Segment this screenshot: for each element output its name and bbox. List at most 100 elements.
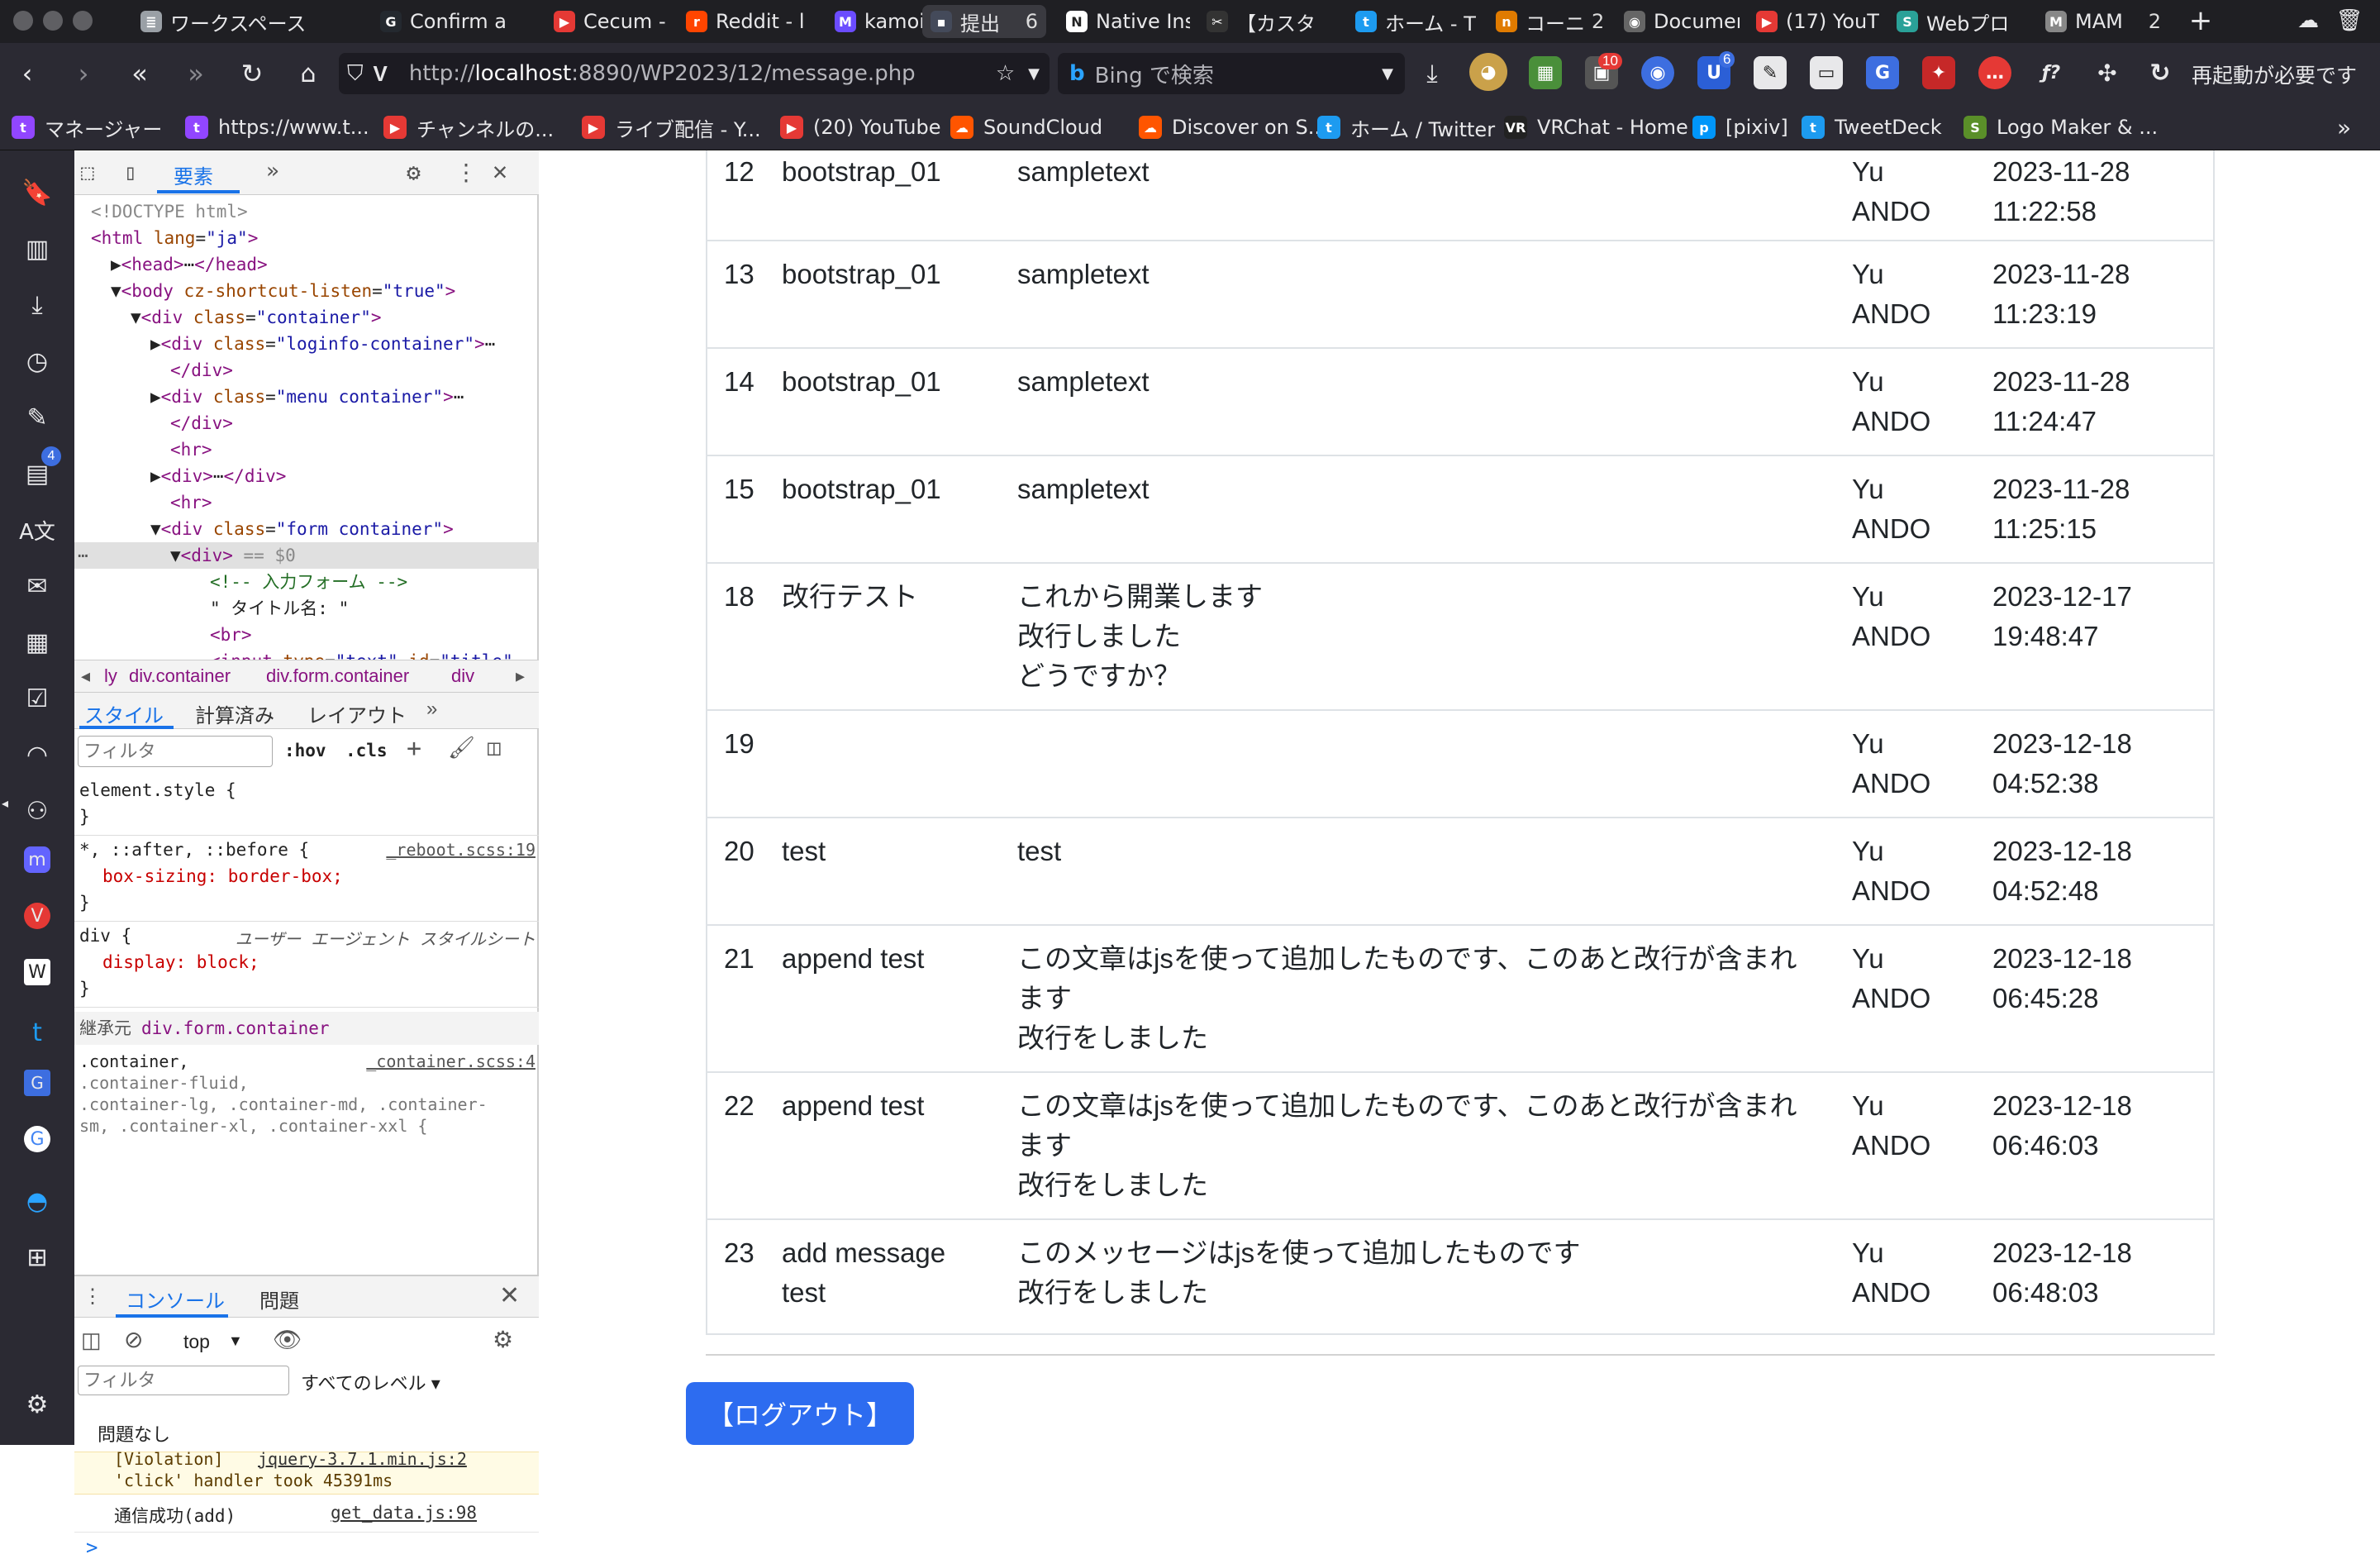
settings-gear-icon[interactable]: ⚙: [18, 1385, 56, 1423]
new-tab-icon[interactable]: +: [2182, 2, 2220, 40]
style-rule-selector[interactable]: sm, .container-xl, .container-xxl {: [79, 1116, 539, 1136]
breadcrumb-item[interactable]: ly: [104, 665, 117, 687]
chevron-down-icon[interactable]: ▼: [1028, 65, 1040, 83]
browser-tab[interactable]: ▪ 提出 6: [922, 5, 1046, 38]
style-rule-selector[interactable]: element.style {: [79, 780, 539, 800]
inspect-element-icon[interactable]: ⬚: [81, 160, 94, 185]
close-window-icon[interactable]: [13, 11, 33, 31]
vivaldi-icon[interactable]: V: [24, 903, 50, 929]
hover-state-toggle[interactable]: :hov: [284, 741, 326, 760]
reading-list-icon[interactable]: ▥: [18, 230, 56, 268]
dom-node[interactable]: <!DOCTYPE html>: [74, 198, 539, 225]
bookmark-item[interactable]: ▶ (20) YouTube: [780, 112, 941, 142]
style-rule-source[interactable]: _reboot.scss:19: [386, 840, 536, 860]
translate-icon[interactable]: G: [1866, 56, 1899, 89]
chevron-down-icon[interactable]: ▼: [228, 1333, 243, 1350]
logout-button[interactable]: 【ログアウト】: [686, 1382, 914, 1445]
more-tabs-icon[interactable]: »: [266, 159, 279, 184]
console-settings-icon[interactable]: ⚙: [493, 1326, 513, 1353]
style-rule-selector[interactable]: .container-fluid,: [79, 1073, 539, 1093]
profile-avatar[interactable]: ◕: [1469, 53, 1507, 91]
chevron-down-icon[interactable]: ▼: [1382, 65, 1393, 83]
browser-tab[interactable]: G Confirm a: [372, 5, 537, 38]
browser-tab[interactable]: N Native Ins: [1058, 5, 1190, 38]
more-tabs-icon[interactable]: »: [426, 698, 437, 721]
console-prompt[interactable]: >: [86, 1536, 98, 1559]
violation-source-link[interactable]: jquery-3.7.1.min.js:2: [258, 1449, 467, 1469]
web-panel-icon[interactable]: ◓: [18, 1182, 56, 1220]
styles-filter-input[interactable]: [78, 736, 273, 767]
extensions-puzzle-icon[interactable]: ✣: [2091, 56, 2124, 89]
dom-node[interactable]: <html lang="ja">: [74, 225, 539, 251]
bookmark-icon[interactable]: ☆: [996, 61, 1015, 86]
shield-icon[interactable]: ⛉: [347, 61, 364, 87]
calendar-icon[interactable]: ▦: [18, 623, 56, 661]
bookmark-item[interactable]: t マネージャー: [12, 112, 162, 142]
browser-tab[interactable]: S Webプロ: [1888, 5, 2029, 38]
toggle-sidebar-icon[interactable]: ◫: [488, 736, 501, 760]
console-sidebar-icon[interactable]: ◫: [81, 1328, 102, 1353]
log-source-link[interactable]: get_data.js:98: [331, 1503, 477, 1523]
live-expression-icon[interactable]: 👁: [273, 1326, 302, 1353]
device-toggle-icon[interactable]: ▯: [124, 160, 137, 185]
paint-icon[interactable]: 🖌: [448, 736, 475, 760]
scroll-right-icon[interactable]: ▸: [516, 665, 525, 687]
bookmark-item[interactable]: ☁ Discover on S...: [1139, 112, 1327, 142]
devtools-settings-icon[interactable]: ⚙: [407, 159, 421, 186]
tab-elements[interactable]: 要素: [174, 160, 213, 189]
maximize-window-icon[interactable]: [73, 11, 93, 31]
extension-disc-icon[interactable]: ◉: [1641, 56, 1674, 89]
dom-node[interactable]: <br>: [74, 622, 539, 648]
window-extension-icon[interactable]: ▭: [1810, 56, 1843, 89]
style-rule-selector[interactable]: .container,: [79, 1051, 539, 1071]
twitter-icon[interactable]: t: [18, 1013, 56, 1051]
search-input[interactable]: b Bing で検索 ▼: [1058, 53, 1405, 94]
breadcrumb-item[interactable]: div.container: [129, 665, 231, 687]
cloud-icon[interactable]: ☁: [2289, 2, 2327, 40]
tab-styles[interactable]: スタイル: [84, 699, 164, 728]
download-icon[interactable]: ⤓: [1413, 55, 1451, 93]
bookmark-item[interactable]: t TweetDeck: [1802, 112, 1942, 142]
dom-node[interactable]: ▶<div>⋯</div>: [74, 463, 539, 489]
log-levels-select[interactable]: すべてのレベル ▾: [301, 1369, 440, 1395]
more-bookmarks-icon[interactable]: »: [2337, 112, 2351, 142]
history-icon[interactable]: ◷: [18, 342, 56, 380]
google-translate-icon[interactable]: G: [24, 1070, 50, 1096]
collapse-sidebar-icon[interactable]: ◂: [2, 795, 8, 811]
bookmark-item[interactable]: ▶ チャンネルの...: [383, 112, 554, 142]
bookmark-item[interactable]: ☁ SoundCloud: [950, 112, 1102, 142]
scroll-left-icon[interactable]: ◂: [81, 665, 90, 687]
bookmark-item[interactable]: t ホーム / Twitter: [1317, 112, 1495, 142]
address-bar[interactable]: ⛉ V http://localhost:8890/WP2023/12/mess…: [339, 53, 1050, 94]
browser-tab[interactable]: n コーニ 2: [1488, 5, 1603, 38]
bookmarks-panel-icon[interactable]: 🔖: [18, 174, 56, 212]
dom-node[interactable]: </div>: [74, 410, 539, 436]
dom-node[interactable]: </div>: [74, 357, 539, 384]
add-panel-icon[interactable]: ⊞: [18, 1238, 56, 1276]
back-icon[interactable]: ‹: [8, 55, 46, 93]
tab-console[interactable]: コンソール: [126, 1285, 225, 1313]
close-devtools-icon[interactable]: ✕: [493, 157, 507, 186]
google-icon[interactable]: G: [24, 1126, 50, 1152]
context-select[interactable]: top: [183, 1331, 210, 1353]
translate-panel-icon[interactable]: A文: [18, 511, 56, 549]
contacts-icon[interactable]: ⚇: [18, 792, 56, 830]
dom-node[interactable]: ▼<body cz-shortcut-listen="true">: [74, 278, 539, 304]
clear-console-icon[interactable]: ⊘: [124, 1326, 143, 1353]
dom-node[interactable]: ▼<div class="container">: [74, 304, 539, 331]
dom-node[interactable]: " タイトル名: ": [74, 595, 539, 622]
browser-tab[interactable]: r Reddit - l: [678, 5, 818, 38]
home-icon[interactable]: ⌂: [289, 55, 327, 93]
wikipedia-icon[interactable]: W: [24, 959, 50, 985]
inherited-from[interactable]: div.form.container: [141, 1018, 330, 1038]
mail-icon[interactable]: ✉: [18, 567, 56, 605]
console-filter-input[interactable]: [78, 1366, 289, 1395]
pen-extension-icon[interactable]: ✎: [1754, 56, 1787, 89]
breadcrumb-item[interactable]: div: [451, 665, 474, 687]
dom-node[interactable]: ▼<div> == $0 ⋯: [74, 542, 539, 569]
dom-node[interactable]: <!-- 入力フォーム -->: [74, 569, 539, 595]
update-restart-icon[interactable]: ↻: [2144, 56, 2177, 89]
style-rule-selector[interactable]: .container-lg, .container-md, .container…: [79, 1094, 539, 1114]
bookmark-item[interactable]: VR VRChat - Home: [1504, 112, 1688, 142]
close-drawer-icon[interactable]: ✕: [499, 1281, 520, 1310]
